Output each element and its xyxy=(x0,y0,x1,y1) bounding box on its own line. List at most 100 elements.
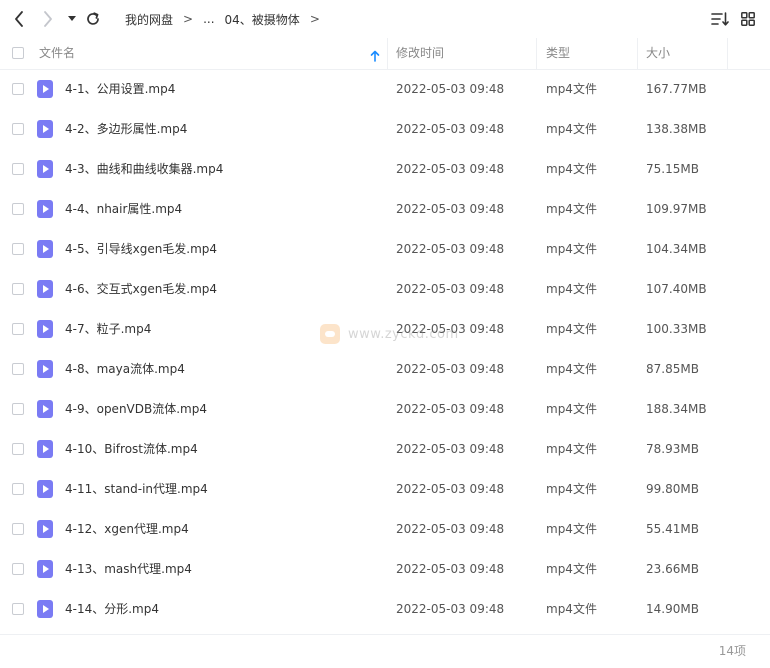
row-checkbox[interactable] xyxy=(12,403,24,415)
select-all-checkbox[interactable] xyxy=(12,47,24,59)
file-type: mp4文件 xyxy=(546,442,597,456)
file-modified: 2022-05-03 09:48 xyxy=(396,522,505,536)
video-file-icon xyxy=(37,360,53,378)
table-row[interactable]: 4-13、mash代理.mp4 2022-05-03 09:48 mp4文件 2… xyxy=(0,549,770,589)
video-file-icon xyxy=(37,200,53,218)
column-header-type[interactable]: 类型 xyxy=(546,38,570,69)
file-type: mp4文件 xyxy=(546,522,597,536)
table-row[interactable]: 4-4、nhair属性.mp4 2022-05-03 09:48 mp4文件 1… xyxy=(0,189,770,229)
file-size: 23.66MB xyxy=(646,562,699,576)
row-checkbox[interactable] xyxy=(12,243,24,255)
row-checkbox[interactable] xyxy=(12,323,24,335)
file-size: 167.77MB xyxy=(646,82,707,96)
file-modified: 2022-05-03 09:48 xyxy=(396,442,505,456)
row-checkbox[interactable] xyxy=(12,283,24,295)
chevron-left-icon xyxy=(15,11,23,27)
file-size: 75.15MB xyxy=(646,162,699,176)
file-type: mp4文件 xyxy=(546,562,597,576)
file-size: 107.40MB xyxy=(646,282,707,296)
file-size: 55.41MB xyxy=(646,522,699,536)
column-divider[interactable] xyxy=(727,38,728,69)
breadcrumb-item-root[interactable]: 我的网盘 xyxy=(115,11,173,28)
file-size: 188.34MB xyxy=(646,402,707,416)
file-size: 87.85MB xyxy=(646,362,699,376)
file-name[interactable]: 4-12、xgen代理.mp4 xyxy=(65,509,189,549)
file-name[interactable]: 4-11、stand-in代理.mp4 xyxy=(65,469,208,509)
breadcrumb-separator: > xyxy=(183,12,194,26)
table-row[interactable]: 4-12、xgen代理.mp4 2022-05-03 09:48 mp4文件 5… xyxy=(0,509,770,549)
file-modified: 2022-05-03 09:48 xyxy=(396,202,505,216)
file-modified: 2022-05-03 09:48 xyxy=(396,162,505,176)
breadcrumb: 我的网盘 > ... 04、被摄物体 > xyxy=(115,0,320,38)
video-file-icon xyxy=(37,480,53,498)
video-file-icon xyxy=(37,520,53,538)
file-type: mp4文件 xyxy=(546,82,597,96)
table-row[interactable]: 4-2、多边形属性.mp4 2022-05-03 09:48 mp4文件 138… xyxy=(0,109,770,149)
history-dropdown-button[interactable] xyxy=(64,7,80,31)
table-row[interactable]: 4-5、引导线xgen毛发.mp4 2022-05-03 09:48 mp4文件… xyxy=(0,229,770,269)
row-checkbox[interactable] xyxy=(12,563,24,575)
refresh-icon xyxy=(87,12,99,25)
breadcrumb-item-current[interactable]: 04、被摄物体 xyxy=(215,11,300,28)
video-file-icon xyxy=(37,320,53,338)
file-type: mp4文件 xyxy=(546,202,597,216)
video-file-icon xyxy=(37,120,53,138)
row-checkbox[interactable] xyxy=(12,203,24,215)
status-bar: 14项 xyxy=(0,634,770,668)
file-modified: 2022-05-03 09:48 xyxy=(396,562,505,576)
file-name[interactable]: 4-13、mash代理.mp4 xyxy=(65,549,192,589)
row-checkbox[interactable] xyxy=(12,363,24,375)
table-row[interactable]: 4-3、曲线和曲线收集器.mp4 2022-05-03 09:48 mp4文件 … xyxy=(0,149,770,189)
column-divider[interactable] xyxy=(637,38,638,69)
column-header-size[interactable]: 大小 xyxy=(646,38,670,69)
file-name[interactable]: 4-1、公用设置.mp4 xyxy=(65,69,175,109)
sort-button[interactable] xyxy=(710,7,730,31)
row-checkbox[interactable] xyxy=(12,443,24,455)
refresh-button[interactable] xyxy=(83,7,103,31)
column-header-name[interactable]: 文件名 xyxy=(39,38,75,69)
table-row[interactable]: 4-1、公用设置.mp4 2022-05-03 09:48 mp4文件 167.… xyxy=(0,69,770,109)
watermark: www.zyckd.com xyxy=(320,323,459,345)
file-name[interactable]: 4-14、分形.mp4 xyxy=(65,589,159,629)
sort-ascending-indicator[interactable] xyxy=(370,47,382,62)
video-file-icon xyxy=(37,80,53,98)
watermark-logo-icon xyxy=(320,324,340,344)
row-checkbox[interactable] xyxy=(12,603,24,615)
row-checkbox[interactable] xyxy=(12,483,24,495)
file-type: mp4文件 xyxy=(546,162,597,176)
file-modified: 2022-05-03 09:48 xyxy=(396,82,505,96)
grid-view-button[interactable] xyxy=(738,7,758,31)
video-file-icon xyxy=(37,560,53,578)
file-name[interactable]: 4-5、引导线xgen毛发.mp4 xyxy=(65,229,217,269)
forward-button[interactable] xyxy=(38,7,58,31)
file-name[interactable]: 4-8、maya流体.mp4 xyxy=(65,349,185,389)
row-checkbox[interactable] xyxy=(12,83,24,95)
file-size: 14.90MB xyxy=(646,602,699,616)
row-checkbox[interactable] xyxy=(12,523,24,535)
toolbar: 我的网盘 > ... 04、被摄物体 > xyxy=(0,0,770,38)
file-size: 104.34MB xyxy=(646,242,707,256)
video-file-icon xyxy=(37,280,53,298)
column-divider[interactable] xyxy=(387,38,388,69)
column-header-modified[interactable]: 修改时间 xyxy=(396,38,444,69)
table-row[interactable]: 4-14、分形.mp4 2022-05-03 09:48 mp4文件 14.90… xyxy=(0,589,770,629)
file-name[interactable]: 4-3、曲线和曲线收集器.mp4 xyxy=(65,149,223,189)
back-button[interactable] xyxy=(9,7,29,31)
row-checkbox[interactable] xyxy=(12,163,24,175)
file-modified: 2022-05-03 09:48 xyxy=(396,122,505,136)
table-row[interactable]: 4-9、openVDB流体.mp4 2022-05-03 09:48 mp4文件… xyxy=(0,389,770,429)
row-checkbox[interactable] xyxy=(12,123,24,135)
breadcrumb-item-ellipsis[interactable]: ... xyxy=(193,12,214,26)
column-divider[interactable] xyxy=(536,38,537,69)
file-name[interactable]: 4-9、openVDB流体.mp4 xyxy=(65,389,207,429)
grid-view-icon xyxy=(741,12,755,26)
table-row[interactable]: 4-6、交互式xgen毛发.mp4 2022-05-03 09:48 mp4文件… xyxy=(0,269,770,309)
file-name[interactable]: 4-7、粒子.mp4 xyxy=(65,309,151,349)
file-name[interactable]: 4-4、nhair属性.mp4 xyxy=(65,189,182,229)
table-row[interactable]: 4-11、stand-in代理.mp4 2022-05-03 09:48 mp4… xyxy=(0,469,770,509)
table-row[interactable]: 4-10、Bifrost流体.mp4 2022-05-03 09:48 mp4文… xyxy=(0,429,770,469)
table-row[interactable]: 4-8、maya流体.mp4 2022-05-03 09:48 mp4文件 87… xyxy=(0,349,770,389)
file-name[interactable]: 4-2、多边形属性.mp4 xyxy=(65,109,187,149)
file-name[interactable]: 4-6、交互式xgen毛发.mp4 xyxy=(65,269,217,309)
file-name[interactable]: 4-10、Bifrost流体.mp4 xyxy=(65,429,198,469)
